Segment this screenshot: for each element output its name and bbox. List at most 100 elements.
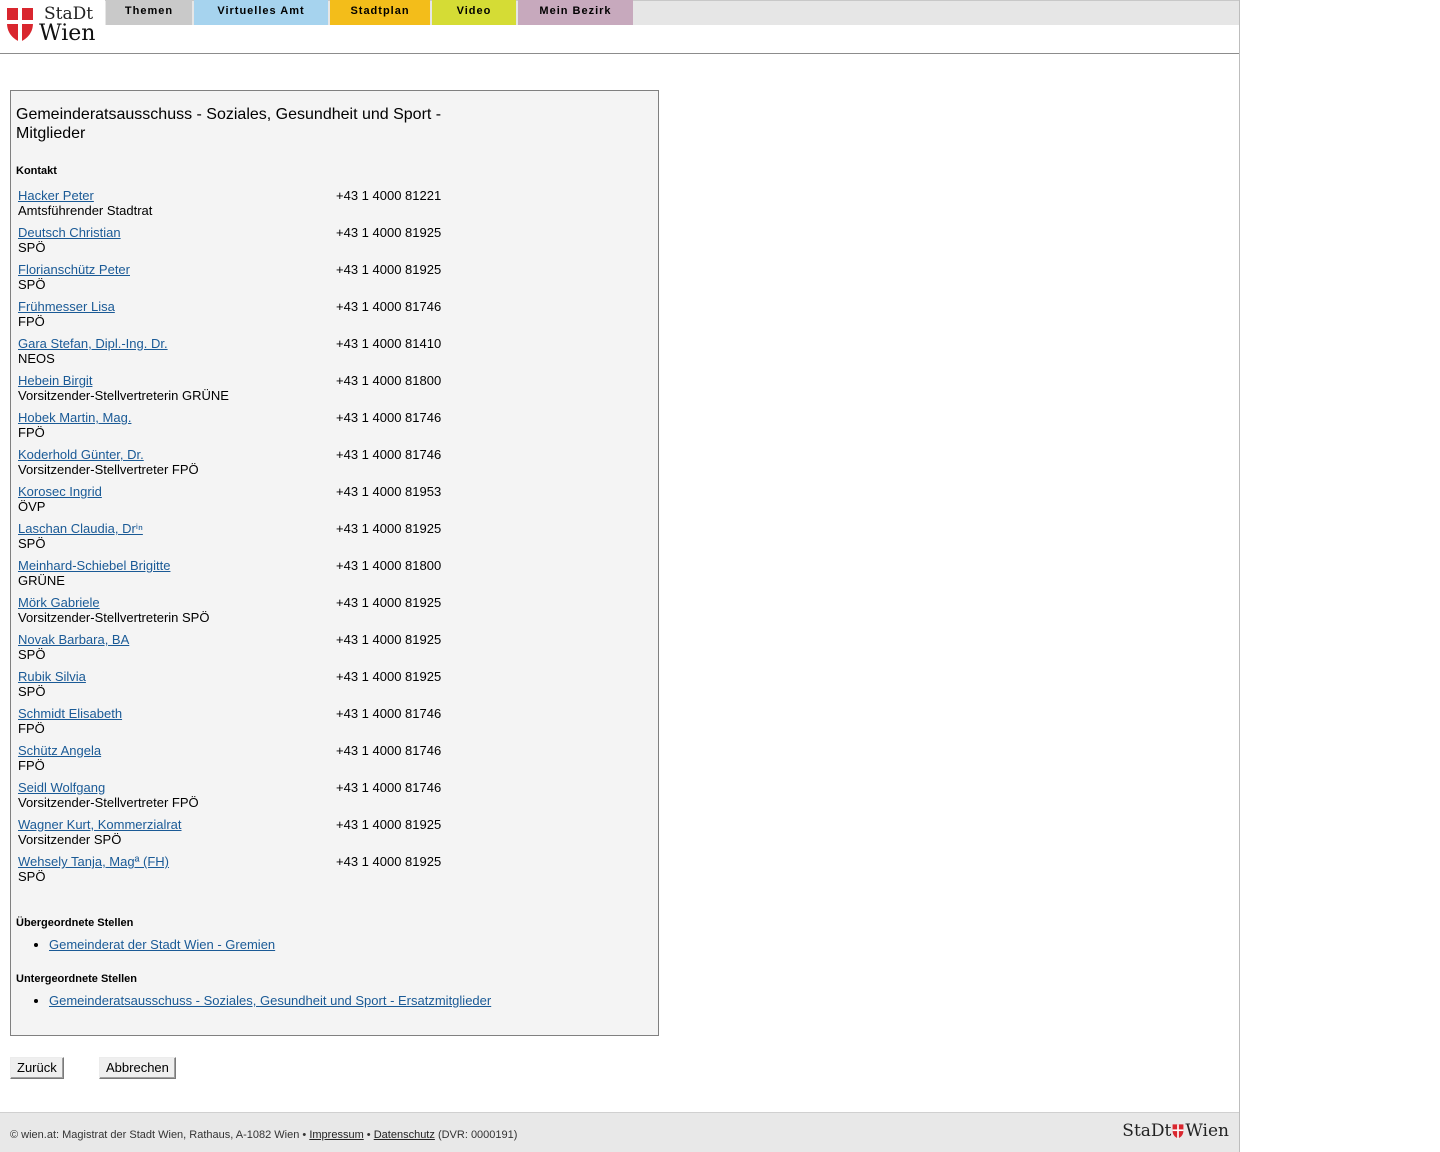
child-unit-link[interactable]: Gemeinderatsausschuss - Soziales, Gesund… [49, 993, 491, 1008]
member-phone: +43 1 4000 81925 [336, 854, 442, 869]
datenschutz-link[interactable]: Datenschutz [374, 1129, 435, 1141]
member-row: Rubik Silvia SPÖ +43 1 4000 81925 [18, 669, 618, 703]
member-phone: +43 1 4000 81925 [336, 817, 442, 832]
member-name-link[interactable]: Deutsch Christian [18, 225, 121, 240]
vienna-shield-icon [1172, 1124, 1184, 1139]
member-phone: +43 1 4000 81925 [336, 262, 442, 277]
member-row: Hacker Peter Amtsführender Stadtrat +43 1 … [18, 188, 618, 222]
member-name-link[interactable]: Florianschütz Peter [18, 262, 130, 277]
member-phone: +43 1 4000 81410 [336, 336, 442, 351]
member-phone: +43 1 4000 81925 [336, 595, 442, 610]
member-row: Hobek Martin, Mag. FPÖ +43 1 4000 81746 [18, 410, 618, 444]
member-role: SPÖ [18, 536, 46, 551]
child-units-heading: Untergeordnete Stellen [16, 973, 138, 985]
member-phone: +43 1 4000 81800 [336, 373, 442, 388]
member-name-link[interactable]: Mörk Gabriele [18, 595, 100, 610]
member-row: Gara Stefan, Dipl.-Ing. Dr. NEOS +43 1 400… [18, 336, 618, 370]
member-role: SPÖ [18, 684, 46, 699]
member-phone: +43 1 4000 81746 [336, 706, 442, 721]
footer-text: © wien.at: Magistrat der Stadt Wien, Rat… [10, 1129, 517, 1141]
member-role: Vorsitzender-Stellvertreterin GRÜNE [18, 388, 229, 403]
member-name-link[interactable]: Koderhold Günter, Dr. [18, 447, 144, 462]
member-phone: +43 1 4000 81221 [336, 188, 442, 203]
stadt-wien-logo[interactable]: StaDt Wien [6, 4, 101, 46]
member-name-link[interactable]: Wehsely Tanja, Magª (FH) [18, 854, 169, 869]
tab-video[interactable]: Video [432, 0, 516, 25]
list-item: Gemeinderat der Stadt Wien - Gremien [49, 937, 275, 953]
member-phone: +43 1 4000 81925 [336, 521, 442, 536]
member-row: Koderhold Günter, Dr. Vorsitzender-Stellv… [18, 447, 618, 481]
parent-units-heading: Übergeordnete Stellen [16, 917, 134, 929]
tab-themen[interactable]: Themen [106, 0, 192, 25]
tab-mein-bezirk[interactable]: Mein Bezirk [518, 0, 633, 25]
member-row: Frühmesser Lisa FPÖ +43 1 4000 81746 [18, 299, 618, 333]
footer-logo-left: StaDt [1122, 1121, 1172, 1141]
tab-stadtplan[interactable]: Stadtplan [330, 0, 430, 25]
member-name-link[interactable]: Wagner Kurt, Kommerzialrat [18, 817, 182, 832]
member-row: Laschan Claudia, Drⁱⁿ SPÖ +43 1 4000 81925 [18, 521, 618, 555]
member-row: Florianschütz Peter SPÖ +43 1 4000 81925 [18, 262, 618, 296]
member-role: ÖVP [18, 499, 46, 514]
member-role: FPÖ [18, 721, 45, 736]
cancel-button[interactable]: Abbrechen [99, 1057, 176, 1079]
member-row: Novak Barbara, BA SPÖ +43 1 4000 81925 [18, 632, 618, 666]
member-role: GRÜNE [18, 573, 65, 588]
footer-logo[interactable]: StaDt Wien [1122, 1121, 1229, 1141]
child-units-list: Gemeinderatsausschuss - Soziales, Gesund… [16, 993, 491, 1009]
logo-text-wien: Wien [39, 21, 96, 46]
list-item: Gemeinderatsausschuss - Soziales, Gesund… [49, 993, 491, 1009]
kontakt-heading: Kontakt [16, 165, 57, 177]
member-name-link[interactable]: Meinhard-Schiebel Brigitte [18, 558, 170, 573]
member-name-link[interactable]: Schmidt Elisabeth [18, 706, 122, 721]
member-role: SPÖ [18, 240, 46, 255]
footer-separator: • [366, 1129, 371, 1141]
member-phone: +43 1 4000 81925 [336, 632, 442, 647]
member-role: FPÖ [18, 758, 45, 773]
member-name-link[interactable]: Gara Stefan, Dipl.-Ing. Dr. [18, 336, 168, 351]
vienna-shield-icon [7, 8, 33, 42]
footer-logo-right: Wien [1185, 1121, 1229, 1141]
member-row: Schütz Angela FPÖ +43 1 4000 81746 [18, 743, 618, 777]
footer-copyright: © wien.at: Magistrat der Stadt Wien, Rat… [10, 1129, 307, 1141]
member-role: Vorsitzender-Stellvertreterin SPÖ [18, 610, 210, 625]
member-phone: +43 1 4000 81925 [336, 225, 442, 240]
member-name-link[interactable]: Laschan Claudia, Drⁱⁿ [18, 521, 143, 537]
member-name-link[interactable]: Hacker Peter [18, 188, 94, 203]
footer-dvr: (DVR: 0000191) [437, 1129, 518, 1141]
member-role: Vorsitzender SPÖ [18, 832, 122, 847]
member-role: Amtsführender Stadtrat [18, 203, 153, 218]
member-name-link[interactable]: Korosec Ingrid [18, 484, 102, 499]
page-title: Gemeinderatsausschuss - Soziales, Gesund… [16, 106, 442, 142]
member-phone: +43 1 4000 81746 [336, 743, 442, 758]
member-phone: +43 1 4000 81746 [336, 780, 442, 795]
back-button[interactable]: Zurück [10, 1057, 64, 1079]
impressum-link[interactable]: Impressum [309, 1129, 363, 1141]
member-name-link[interactable]: Hebein Birgit [18, 373, 92, 388]
member-row: Seidl Wolfgang Vorsitzender-Stellvertrete… [18, 780, 618, 814]
member-name-link[interactable]: Rubik Silvia [18, 669, 86, 684]
member-row: Wagner Kurt, Kommerzialrat Vorsitzender S… [18, 817, 618, 851]
member-phone: +43 1 4000 81953 [336, 484, 442, 499]
member-role: Vorsitzender-Stellvertreter FPÖ [18, 462, 199, 477]
footer: © wien.at: Magistrat der Stadt Wien, Rat… [0, 1112, 1239, 1152]
member-name-link[interactable]: Schütz Angela [18, 743, 101, 758]
member-role: SPÖ [18, 647, 46, 662]
member-name-link[interactable]: Hobek Martin, Mag. [18, 410, 131, 425]
committee-panel: Gemeinderatsausschuss - Soziales, Gesund… [10, 90, 659, 1036]
member-role: NEOS [18, 351, 55, 366]
member-name-link[interactable]: Frühmesser Lisa [18, 299, 115, 314]
member-row: Wehsely Tanja, Magª (FH) SPÖ +43 1 4000 81… [18, 854, 618, 888]
member-role: FPÖ [18, 314, 45, 329]
tab-virtuelles-amt[interactable]: Virtuelles Amt [194, 0, 328, 25]
member-role: FPÖ [18, 425, 45, 440]
member-phone: +43 1 4000 81800 [336, 558, 442, 573]
parent-unit-link[interactable]: Gemeinderat der Stadt Wien - Gremien [49, 937, 275, 952]
member-phone: +43 1 4000 81746 [336, 299, 442, 314]
member-name-link[interactable]: Seidl Wolfgang [18, 780, 105, 795]
header: StaDt Wien Themen Virtuelles Amt Stadtpl… [0, 0, 1239, 54]
member-row: Schmidt Elisabeth FPÖ +43 1 4000 81746 [18, 706, 618, 740]
member-phone: +43 1 4000 81746 [336, 447, 442, 462]
page: StaDt Wien Themen Virtuelles Amt Stadtpl… [0, 0, 1240, 1152]
member-name-link[interactable]: Novak Barbara, BA [18, 632, 129, 647]
member-row: Deutsch Christian SPÖ +43 1 4000 81925 [18, 225, 618, 259]
